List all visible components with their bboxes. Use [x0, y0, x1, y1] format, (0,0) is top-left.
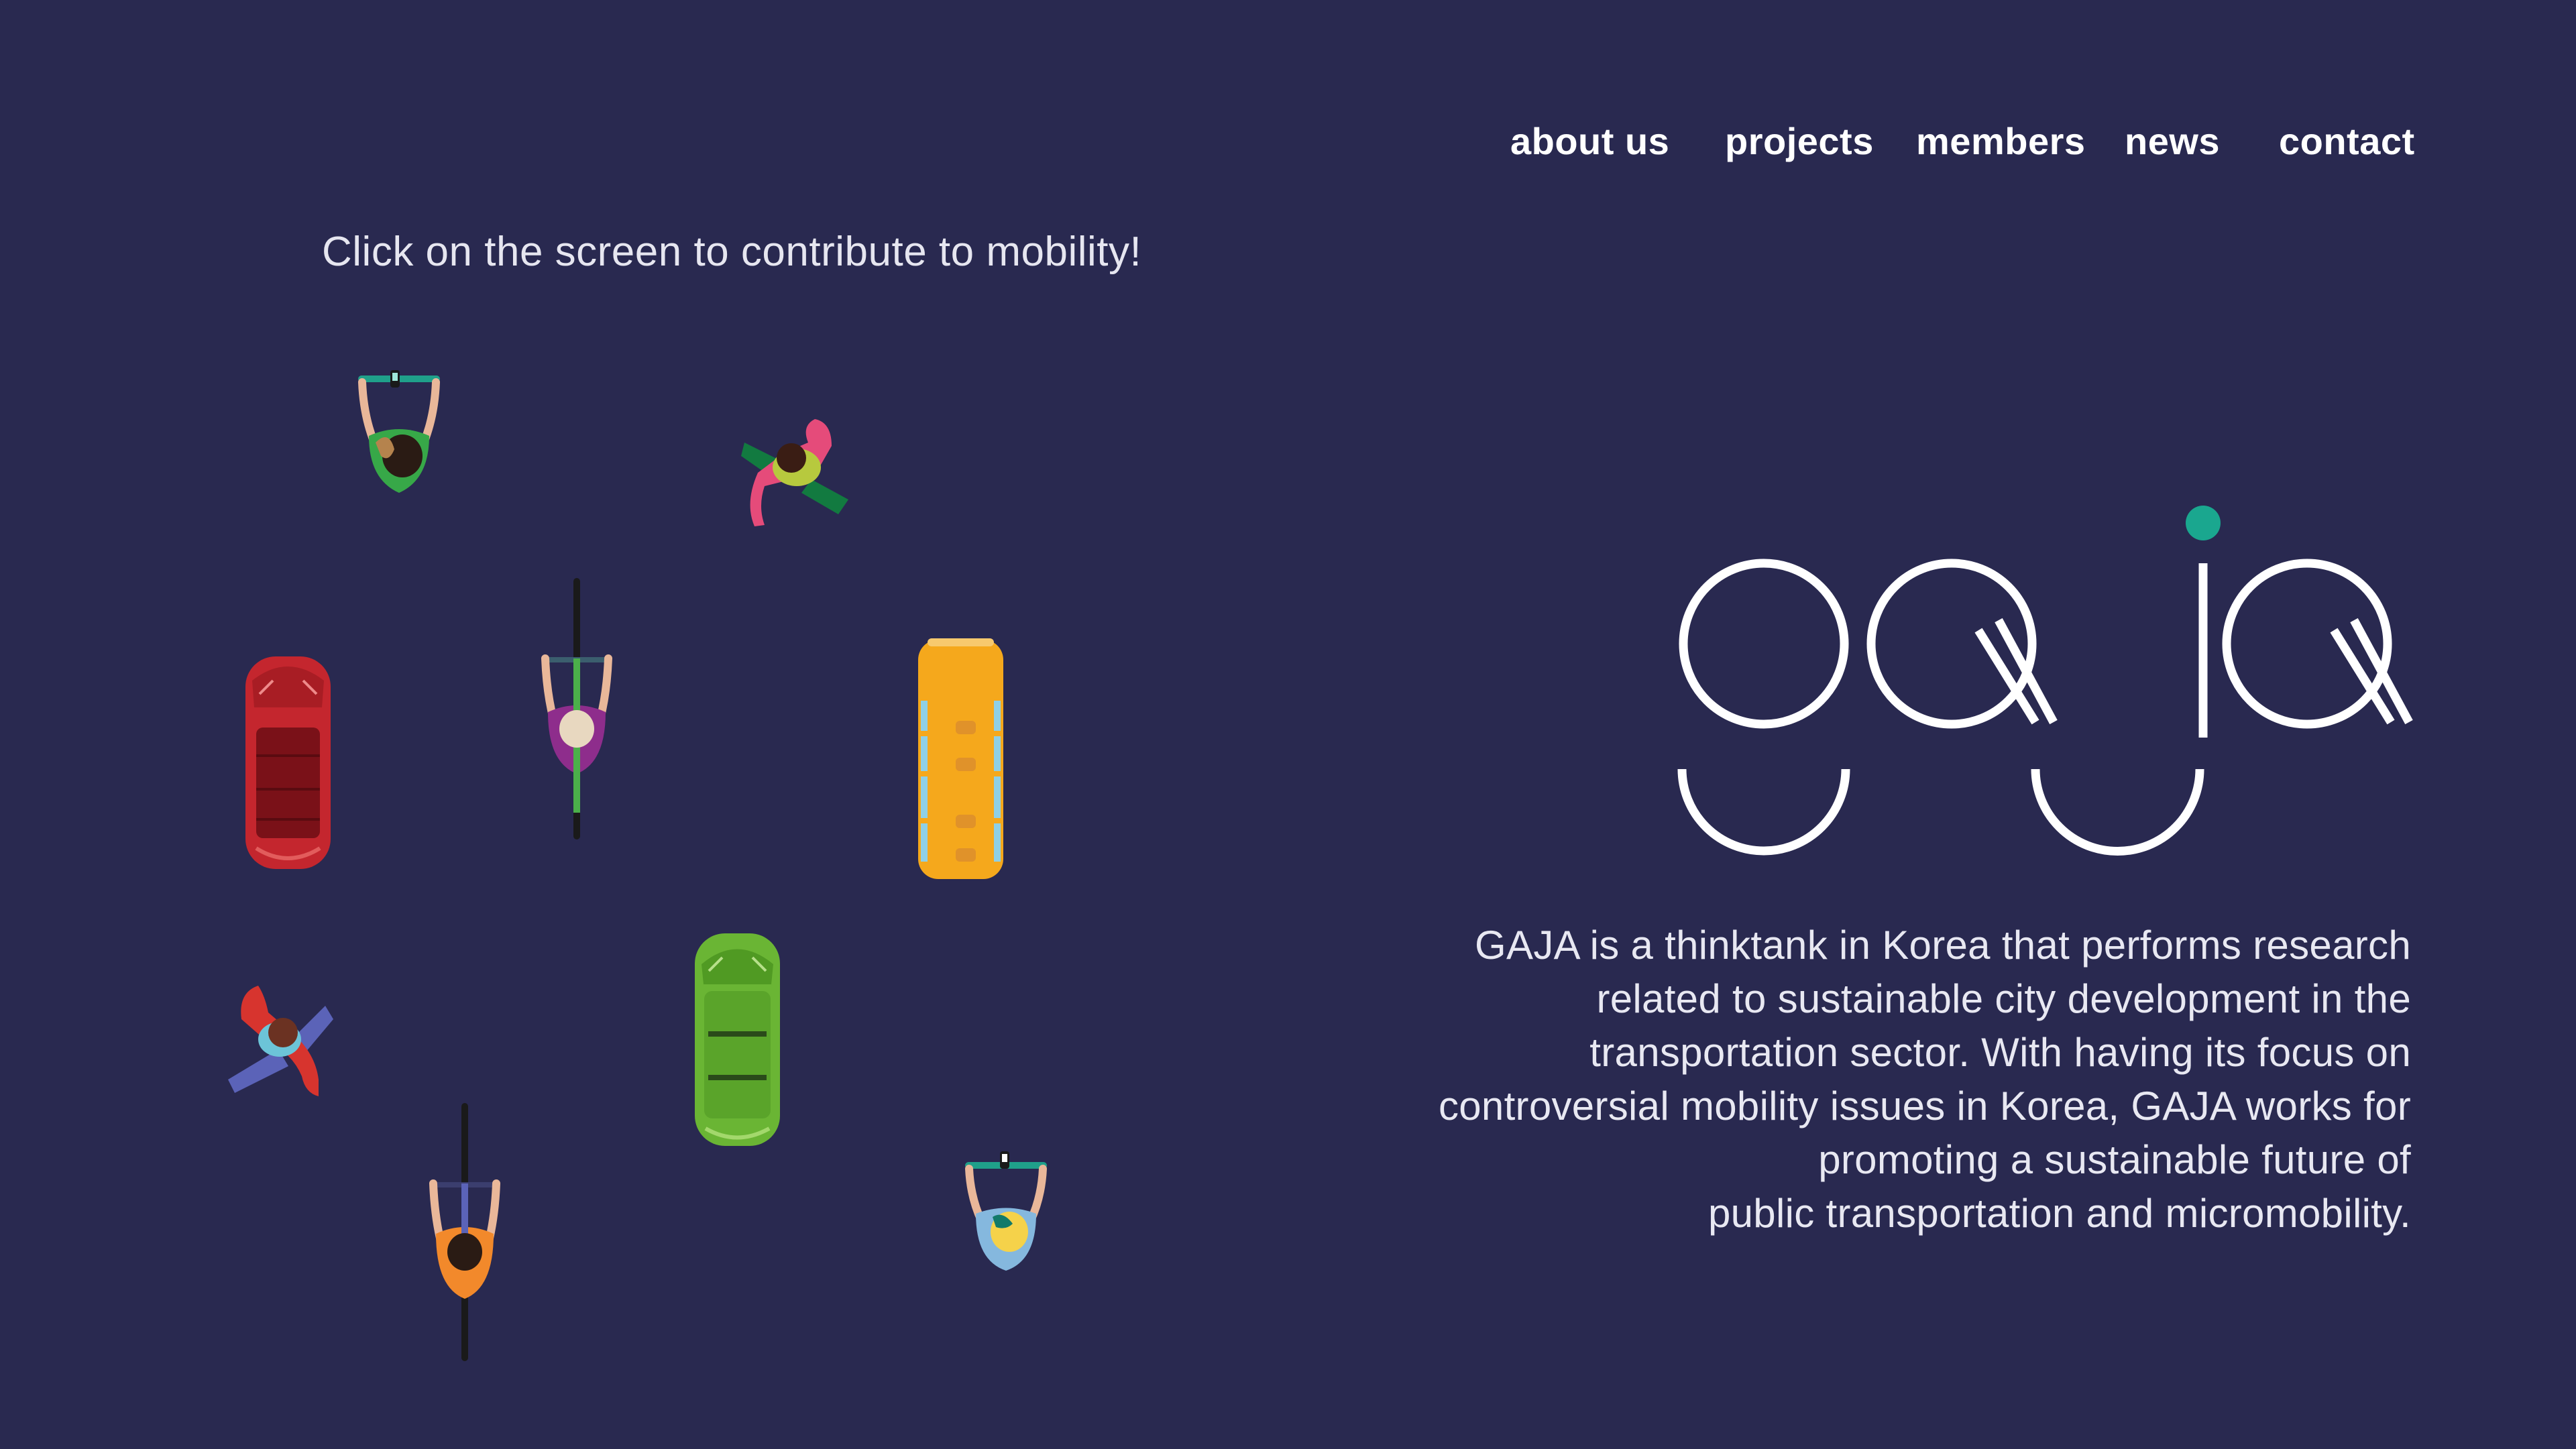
car-red[interactable]: [243, 654, 333, 872]
description-line: transportation sector. With having its f…: [1589, 1030, 2411, 1075]
cyclist-purple[interactable]: [533, 578, 620, 839]
click-hint-text: Click on the screen to contribute to mob…: [322, 229, 1142, 275]
bus-yellow[interactable]: [915, 637, 1006, 882]
scooter-rider-blue[interactable]: [956, 1143, 1056, 1274]
description-line: related to sustainable city development …: [1596, 976, 2411, 1021]
description-line: controversial mobility issues in Korea, …: [1438, 1084, 2411, 1128]
gaja-logo: gaja: [1663, 500, 2421, 862]
nav-link-news[interactable]: news: [2125, 119, 2220, 163]
about-description: GAJA is a thinktank in Korea that perfor…: [1271, 919, 2411, 1240]
nav-link-members[interactable]: members: [1916, 119, 2086, 163]
scooter-rider-green[interactable]: [349, 355, 449, 500]
nav-link-contact[interactable]: contact: [2279, 119, 2415, 163]
logo-dot-accent: [2186, 506, 2221, 540]
car-green[interactable]: [692, 931, 783, 1149]
nav-link-about-us[interactable]: about us: [1510, 119, 1669, 163]
main-nav: about us projects members news contact: [0, 119, 2576, 173]
pedestrian-pink[interactable]: [738, 406, 858, 530]
mobility-canvas[interactable]: about us projects members news contact C…: [0, 0, 2576, 1449]
description-line: GAJA is a thinktank in Korea that perfor…: [1475, 923, 2411, 968]
pedestrian-red[interactable]: [218, 979, 335, 1100]
nav-link-projects[interactable]: projects: [1725, 119, 1874, 163]
description-line: promoting a sustainable future of: [1818, 1137, 2411, 1182]
description-line: public transportation and micromobility.: [1707, 1191, 2411, 1236]
cyclist-orange[interactable]: [421, 1103, 508, 1361]
